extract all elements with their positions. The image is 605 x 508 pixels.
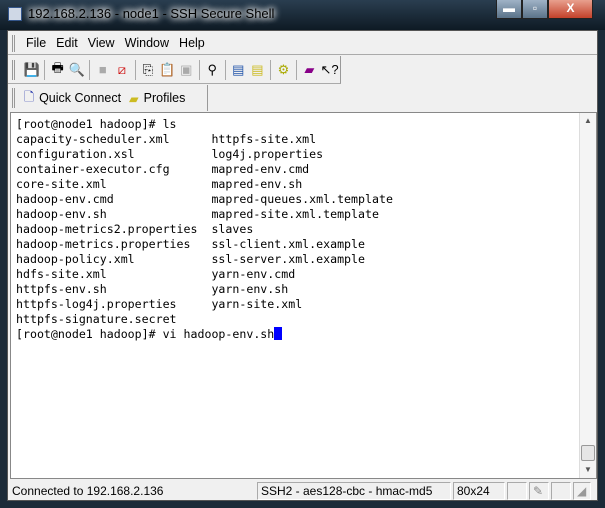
terminal-line: hadoop-metrics2.properties slaves <box>16 222 254 236</box>
menu-edit[interactable]: Edit <box>56 36 78 50</box>
scroll-down-arrow-icon[interactable]: ▼ <box>580 462 596 478</box>
separator <box>134 59 136 80</box>
terminal-line: httpfs-signature.secret <box>16 312 177 326</box>
cursor <box>274 327 283 340</box>
find-icon[interactable]: ⚲ <box>204 60 220 80</box>
client-area: File Edit View Window Help 💾 🖶 🔍 ■ ⧄ ⎘ 📋… <box>7 30 598 501</box>
minimize-button[interactable]: ▬ <box>496 0 522 19</box>
terminal-line: configuration.xsl log4j.properties <box>16 147 324 161</box>
disconnect-icon[interactable]: ■ <box>95 60 111 80</box>
status-size: 80x24 <box>453 482 505 500</box>
terminal-line: core-site.xml mapred-env.sh <box>16 177 303 191</box>
menu-file[interactable]: File <box>26 36 46 50</box>
new-file-transfer-icon[interactable]: ▤ <box>249 60 265 80</box>
close-button[interactable]: X <box>548 0 593 19</box>
print-preview-icon[interactable]: 🔍 <box>69 60 85 80</box>
quick-connect-icon: 🗋 <box>24 89 35 104</box>
key-settings-icon[interactable]: ⚙ <box>275 60 291 80</box>
terminal-output: [root@node1 hadoop]# ls capacity-schedule… <box>16 117 393 342</box>
separator <box>44 59 45 80</box>
menu-grip[interactable] <box>12 35 15 52</box>
title-bar: 192.168.2.136 - node1 - SSH Secure Shell… <box>0 0 605 30</box>
terminal-line: hadoop-env.cmd mapred-queues.xml.templat… <box>16 192 393 206</box>
save-icon[interactable]: 💾 <box>24 60 40 80</box>
command-text: [root@node1 hadoop]# vi hadoop-env.sh <box>16 327 275 341</box>
toolbar: 💾 🖶 🔍 ■ ⧄ ⎘ 📋 ▣ ⚲ ▤ ▤ ⚙ ▰ ↖? <box>8 56 341 84</box>
vertical-scrollbar[interactable]: ▲ ▼ <box>579 113 596 478</box>
scroll-thumb[interactable] <box>581 445 595 461</box>
separator <box>89 59 91 80</box>
status-panel <box>551 482 571 500</box>
prompt-line: [root@node1 hadoop]# vi hadoop-env.sh <box>16 327 393 342</box>
settings-disabled-icon[interactable]: ⧄ <box>114 60 130 80</box>
menu-help[interactable]: Help <box>179 36 205 50</box>
separator <box>270 59 271 80</box>
terminal-line: hadoop-policy.xml ssl-server.xml.example <box>16 252 366 266</box>
quick-connect-button[interactable]: 🗋 Quick Connect <box>24 88 121 109</box>
quick-connect-bar: 🗋 Quick Connect ▰ Profiles <box>8 85 208 111</box>
print-icon[interactable]: 🖶 <box>50 60 66 80</box>
terminal-line: httpfs-log4j.properties yarn-site.xml <box>16 297 303 311</box>
separator <box>295 59 297 80</box>
copy-icon[interactable]: ⎘ <box>140 60 156 80</box>
new-terminal-icon[interactable]: ▤ <box>230 60 246 80</box>
paste-icon[interactable]: 📋 <box>159 60 175 80</box>
terminal-line: container-executor.cfg mapred-env.cmd <box>16 162 310 176</box>
status-cipher: SSH2 - aes128-cbc - hmac-md5 <box>257 482 451 500</box>
terminal-line: hadoop-env.sh mapred-site.xml.template <box>16 207 379 221</box>
terminal-line: httpfs-env.sh yarn-env.sh <box>16 282 289 296</box>
help-book-icon[interactable]: ▰ <box>301 60 317 80</box>
profiles-label: Profiles <box>143 91 186 105</box>
maximize-button[interactable]: ▫ <box>522 0 548 19</box>
profiles-button[interactable]: ▰ Profiles <box>129 91 185 106</box>
scroll-up-arrow-icon[interactable]: ▲ <box>580 113 596 129</box>
paste-disabled-icon[interactable]: ▣ <box>178 60 194 80</box>
terminal-line: [root@node1 hadoop]# ls <box>16 117 177 131</box>
separator <box>224 59 226 80</box>
status-connection: Connected to 192.168.2.136 <box>12 484 164 498</box>
folder-icon: ▰ <box>129 91 139 106</box>
status-panel <box>507 482 527 500</box>
terminal[interactable]: [root@node1 hadoop]# ls capacity-schedule… <box>10 112 597 479</box>
window-title: 192.168.2.136 - node1 - SSH Secure Shell <box>28 6 275 21</box>
status-bar: Connected to 192.168.2.136 SSH2 - aes128… <box>8 481 597 501</box>
app-icon <box>8 7 22 21</box>
menu-view[interactable]: View <box>88 36 115 50</box>
toolbar-grip[interactable] <box>12 60 15 80</box>
transfer-icon: ✎ <box>529 482 549 500</box>
resize-grip-icon[interactable]: ◢ <box>573 482 591 500</box>
terminal-line: capacity-scheduler.xml httpfs-site.xml <box>16 132 317 146</box>
quick-connect-label: Quick Connect <box>39 91 122 105</box>
terminal-line: hdfs-site.xml yarn-env.cmd <box>16 267 296 281</box>
separator <box>198 59 200 80</box>
menu-window[interactable]: Window <box>125 36 169 50</box>
terminal-line: hadoop-metrics.properties ssl-client.xml… <box>16 237 366 251</box>
context-help-icon[interactable]: ↖? <box>320 60 338 80</box>
menu-bar: File Edit View Window Help <box>8 31 597 55</box>
quickbar-grip[interactable] <box>12 88 15 108</box>
